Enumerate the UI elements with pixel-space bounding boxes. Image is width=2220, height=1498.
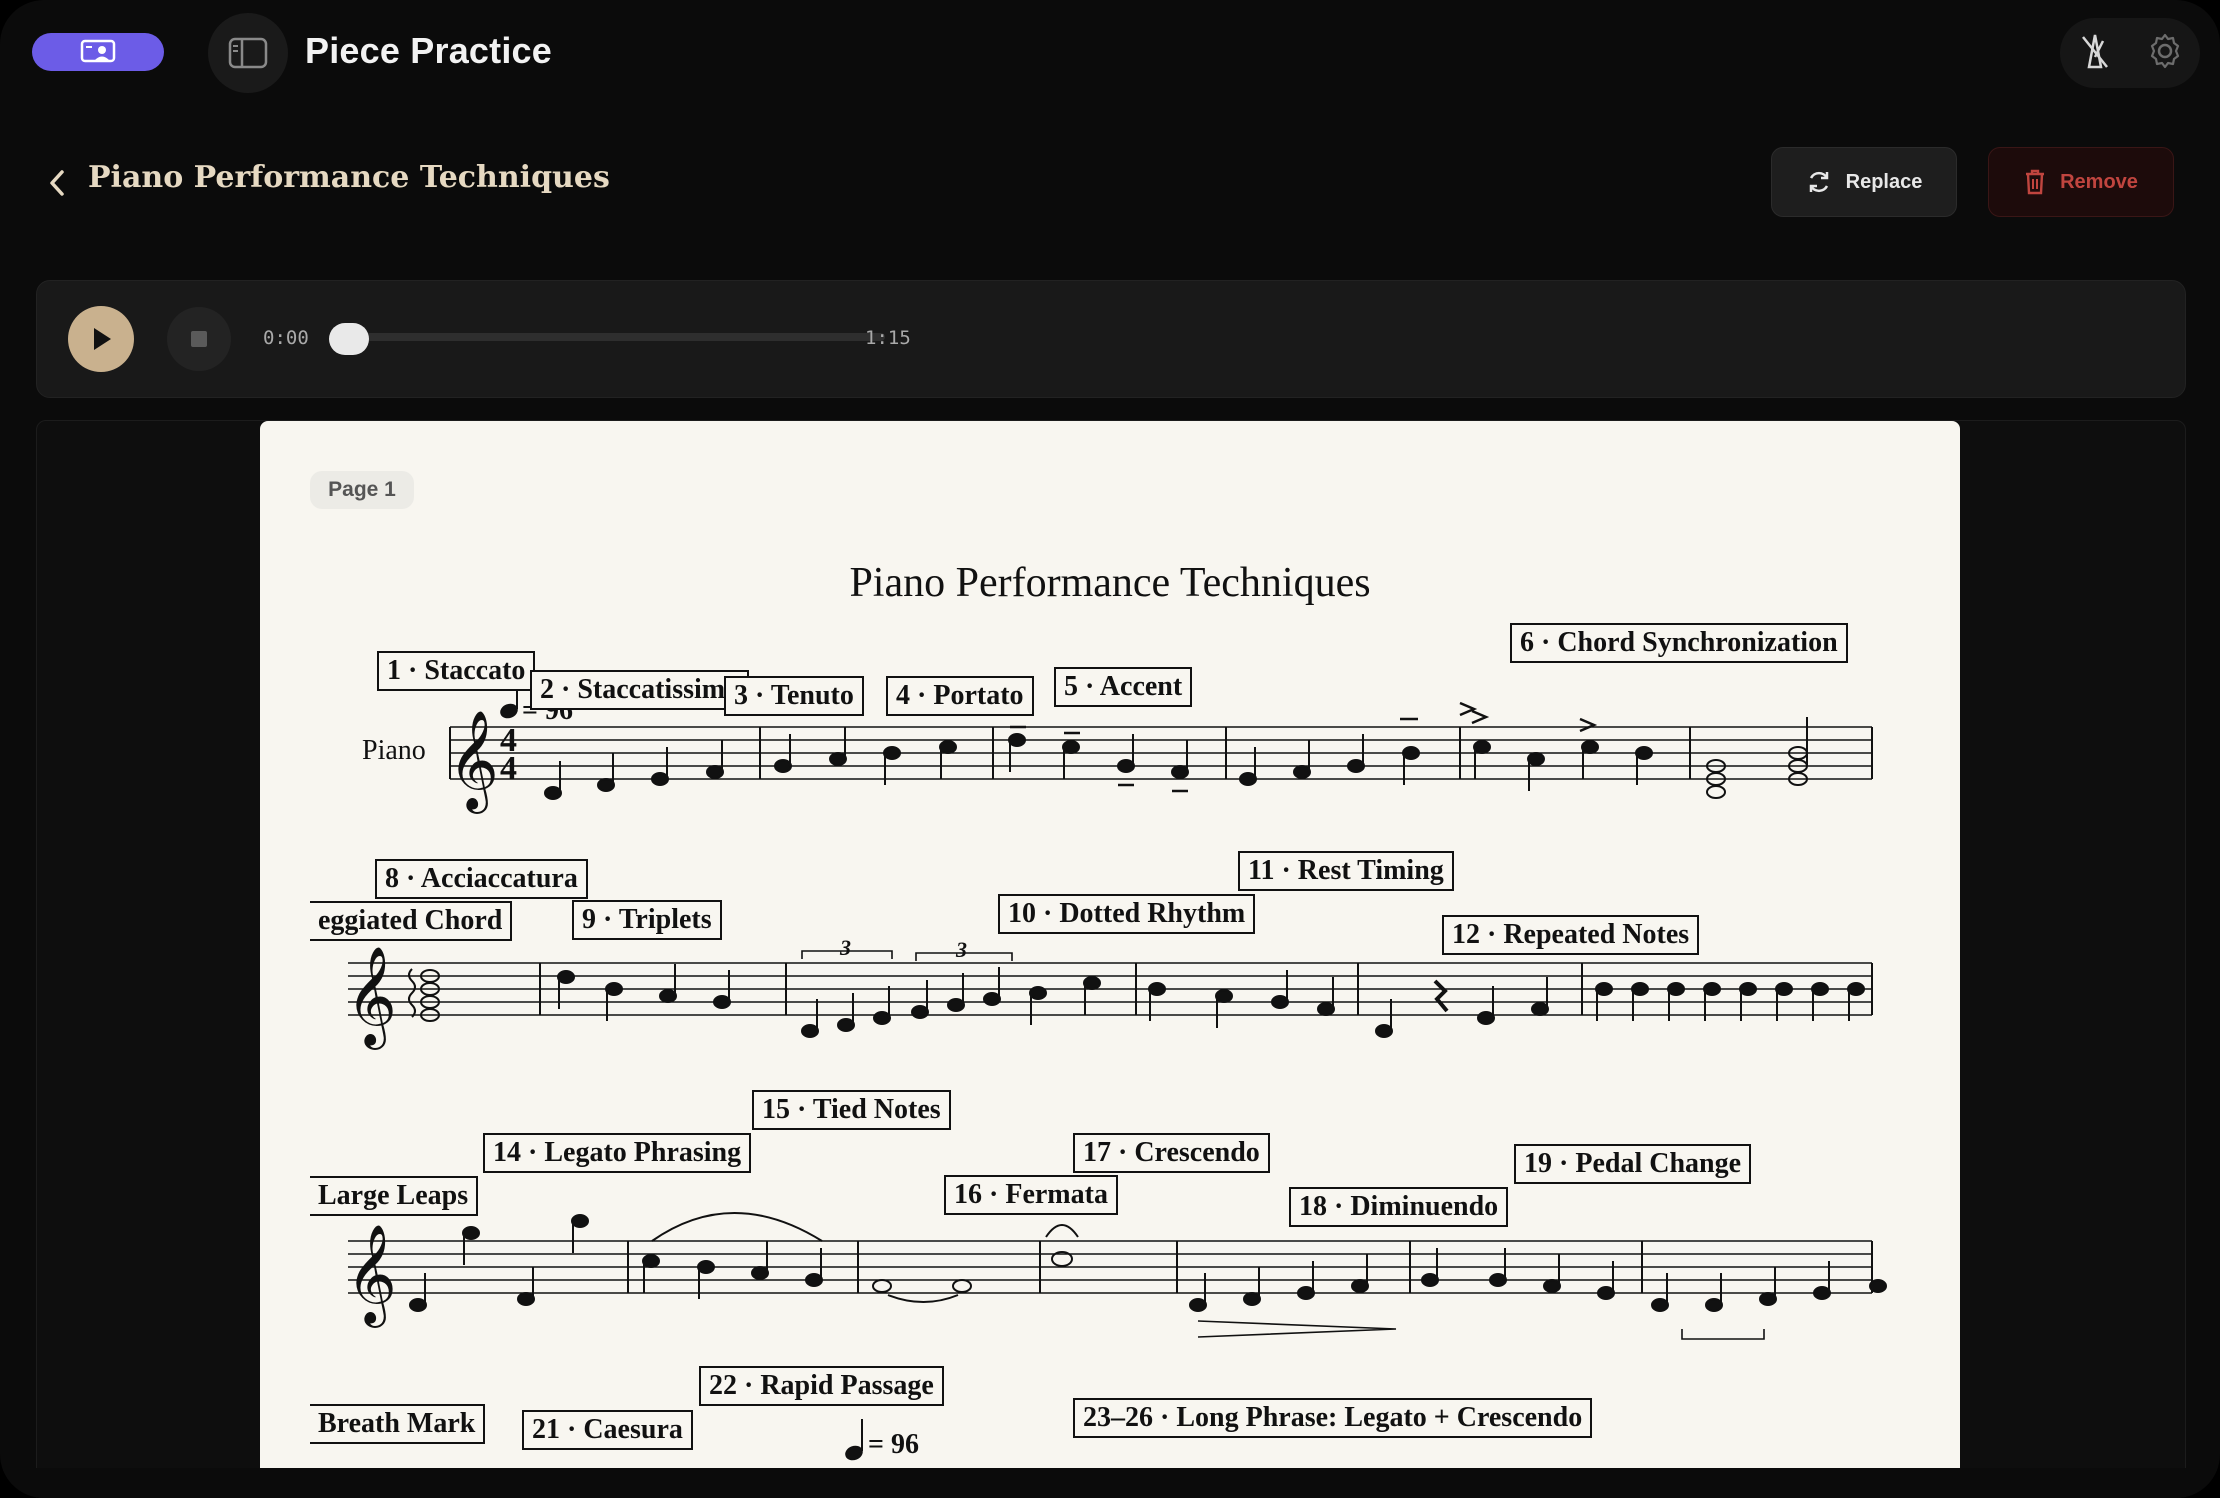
stop-icon xyxy=(191,331,207,347)
technique-label: 4 · Portato xyxy=(886,676,1034,716)
progress-thumb[interactable] xyxy=(329,323,369,355)
svg-text:4: 4 xyxy=(500,750,517,787)
technique-label: 9 · Triplets xyxy=(572,900,722,940)
gear-icon xyxy=(2150,33,2179,68)
time-signature: 44 xyxy=(500,722,517,787)
total-time: 1:15 xyxy=(865,327,911,349)
sidebar-toggle-button[interactable] xyxy=(208,13,288,93)
barlines xyxy=(449,727,1873,1293)
trash-icon xyxy=(2026,169,2045,195)
replace-button[interactable]: Replace xyxy=(1771,147,1957,217)
top-right-controls xyxy=(2060,18,2200,88)
notes-system-1 xyxy=(544,727,1653,800)
notes-system-3 xyxy=(409,1214,1887,1312)
metronome-off-icon xyxy=(2081,34,2108,68)
technique-label: 14 · Legato Phrasing xyxy=(483,1133,752,1173)
technique-label: 17 · Crescendo xyxy=(1073,1133,1270,1173)
presentation-icon xyxy=(80,39,116,63)
play-icon xyxy=(94,328,111,350)
triplet-brackets xyxy=(801,950,1013,961)
notes-system-2 xyxy=(557,964,1865,1038)
hairpins xyxy=(1197,1320,1765,1340)
sidebar-toggle-icon xyxy=(228,37,268,69)
technique-label: 8 · Acciaccatura xyxy=(375,859,588,899)
audio-player: 0:00 1:15 xyxy=(36,280,2186,398)
mode-toggle-button[interactable] xyxy=(32,33,164,71)
settings-button[interactable] xyxy=(2146,32,2184,75)
technique-label: eggiated Chord xyxy=(310,901,513,941)
technique-label: 15 · Tied Notes xyxy=(752,1090,951,1130)
technique-label: 19 · Pedal Change xyxy=(1514,1144,1752,1184)
rest xyxy=(1433,979,1449,1013)
viewport-edge xyxy=(0,1468,2220,1498)
treble-clef-icon: 𝄞 xyxy=(448,710,499,814)
triplet-mark: 3 xyxy=(839,935,851,960)
technique-label: 11 · Rest Timing xyxy=(1238,851,1454,891)
sheet-music-page: Page 1 Piano Performance Techniques Pian… xyxy=(260,421,1960,1498)
triplet-mark: 3 xyxy=(955,937,967,962)
tempo-value: = 96 xyxy=(868,1429,919,1460)
technique-label: 1 · Staccato xyxy=(377,651,536,691)
technique-label: 6 · Chord Synchronization xyxy=(1510,623,1848,663)
music-notation: 𝄞 𝄞 𝄞 44 = 96 3 3 xyxy=(346,683,1887,1340)
app-title: Piece Practice xyxy=(305,30,552,71)
piece-title: Piano Performance Techniques xyxy=(88,160,610,195)
replace-label: Replace xyxy=(1845,170,1923,193)
technique-label: 3 · Tenuto xyxy=(724,676,864,716)
back-button[interactable] xyxy=(44,168,72,198)
technique-label: 18 · Diminuendo xyxy=(1289,1187,1509,1227)
technique-label: 16 · Fermata xyxy=(944,1175,1118,1215)
technique-label: 21 · Caesura xyxy=(522,1410,693,1450)
chevron-left-icon xyxy=(50,170,64,196)
technique-label: Large Leaps xyxy=(310,1176,479,1216)
chords-system-1 xyxy=(1706,717,1808,799)
technique-label: 10 · Dotted Rhythm xyxy=(998,894,1256,934)
tie-and-fermata xyxy=(651,1212,1079,1303)
technique-label: 5 · Accent xyxy=(1054,667,1193,707)
refresh-icon xyxy=(1809,171,1828,193)
app-window: Piece Practice Piano Performance Techniq… xyxy=(0,0,2220,1498)
treble-clef-icon: 𝄞 xyxy=(346,946,397,1050)
remove-button[interactable]: Remove xyxy=(1988,147,2174,217)
play-button[interactable] xyxy=(68,306,134,372)
technique-label: 23–26 · Long Phrase: Legato + Crescendo xyxy=(1073,1398,1593,1438)
progress-track[interactable] xyxy=(349,333,885,341)
treble-clef-icon: 𝄞 xyxy=(346,1224,397,1328)
technique-label: 12 · Repeated Notes xyxy=(1442,915,1700,955)
stop-button[interactable] xyxy=(167,307,231,371)
remove-label: Remove xyxy=(2060,170,2138,193)
technique-label: Breath Mark xyxy=(310,1404,486,1444)
metronome-toggle-button[interactable] xyxy=(2077,31,2113,76)
current-time: 0:00 xyxy=(263,327,309,349)
technique-label: 2 · Staccatissimo xyxy=(530,670,750,710)
technique-label: 22 · Rapid Passage xyxy=(699,1366,944,1406)
